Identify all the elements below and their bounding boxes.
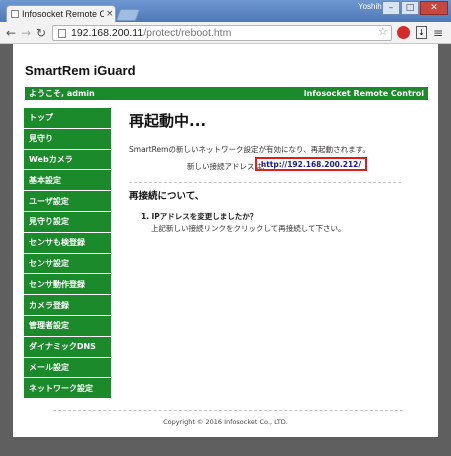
sidebar-item-watch[interactable]: 見守り (24, 128, 111, 150)
sidebar-item-mail-settings[interactable]: メール設定 (24, 357, 111, 379)
maximize-icon[interactable]: □ (401, 1, 419, 15)
new-tab-button[interactable] (115, 9, 141, 21)
close-window-icon[interactable]: ✕ (420, 1, 448, 15)
download-icon[interactable]: ↓ (416, 26, 427, 39)
divider (129, 182, 401, 183)
question-number: 1. (141, 212, 150, 221)
sidebar-item-network-settings[interactable]: ネットワーク設定 (24, 378, 111, 400)
back-arrow-icon[interactable]: ← (6, 26, 16, 40)
window-controls: – □ ✕ (382, 1, 448, 15)
extension-icon[interactable] (397, 26, 410, 39)
browser-tab[interactable]: Infosocket Remote Co × (6, 5, 116, 22)
answer-text: 上記新しい接続リンクをクリックして再接続して下さい。 (151, 224, 346, 233)
sidebar-nav: トップ 見守り Webカメラ 基本設定 ユーザ設定 見守り設定 センサも検登録 … (24, 108, 111, 400)
browser-window: Infosocket Remote Co × Yoshihiko – □ ✕ ←… (0, 0, 451, 456)
sidebar-item-sensor-settings[interactable]: センサ設定 (24, 253, 111, 275)
sidebar-item-top[interactable]: トップ (24, 108, 111, 129)
title-bar: Infosocket Remote Co × Yoshihiko – □ ✕ (0, 0, 451, 22)
sidebar-item-dynamic-dns[interactable]: ダイナミックDNS (24, 336, 111, 358)
reboot-message: SmartRemの新しいネットワーク設定が有効になり、再起動されます。 (129, 145, 370, 154)
sidebar-item-sensor-action[interactable]: センサ動作登録 (24, 274, 111, 296)
page-sheet: SmartRem iGuard ようこそ, admin Infosocket R… (13, 44, 438, 437)
sidebar-item-sensor-register[interactable]: センサも検登録 (24, 232, 111, 254)
page-title: 再起動中... (129, 112, 207, 130)
sidebar-item-camera-register[interactable]: カメラ登録 (24, 295, 111, 316)
product-name: Infosocket Remote Control (303, 89, 424, 98)
forward-arrow-icon[interactable]: → (21, 26, 31, 40)
menu-icon[interactable]: ≡ (433, 26, 443, 40)
welcome-text: ようこそ, admin (29, 89, 95, 98)
new-address-label: 新しい接続アドレスは: (187, 162, 265, 171)
header-bar: ようこそ, admin Infosocket Remote Control (25, 87, 428, 100)
footer-divider (53, 410, 403, 411)
minimize-icon[interactable]: – (382, 1, 400, 15)
copyright: Copyright © 2016 Infosocket Co., LTD. (163, 418, 288, 426)
main-content: 再起動中... SmartRemの新しいネットワーク設定が有効になり、再起動され… (129, 110, 429, 233)
sidebar-item-basic-settings[interactable]: 基本設定 (24, 170, 111, 192)
browser-toolbar: ← → ↻ 192.168.200.11/protect/reboot.htm … (0, 22, 451, 44)
question-item: 1. IPアドレスを変更しましたか？ (141, 211, 257, 222)
reload-icon[interactable]: ↻ (36, 26, 46, 40)
address-bar[interactable]: 192.168.200.11/protect/reboot.htm (52, 25, 392, 41)
page-favicon-icon (11, 10, 19, 18)
sidebar-item-webcam[interactable]: Webカメラ (24, 149, 111, 171)
reconnect-heading: 再接続について、 (129, 191, 205, 202)
question-text: IPアドレスを変更しましたか？ (151, 212, 258, 221)
page-viewport: SmartRem iGuard ようこそ, admin Infosocket R… (0, 44, 451, 456)
bookmark-star-icon[interactable]: ☆ (378, 25, 388, 38)
sidebar-item-watch-settings[interactable]: 見守り設定 (24, 211, 111, 233)
site-brand: SmartRem iGuard (25, 63, 136, 78)
new-address-link[interactable]: http://192.168.200.212/ (255, 157, 367, 171)
url-host: 192.168.200.11 (71, 27, 144, 39)
tab-title: Infosocket Remote Co (22, 9, 104, 19)
url-path: /protect/reboot.htm (143, 27, 232, 39)
sidebar-item-admin-settings[interactable]: 管理者設定 (24, 315, 111, 337)
tab-close-icon[interactable]: × (106, 9, 114, 19)
sidebar-item-user-settings[interactable]: ユーザ設定 (24, 191, 111, 212)
page-info-icon[interactable] (58, 29, 66, 38)
